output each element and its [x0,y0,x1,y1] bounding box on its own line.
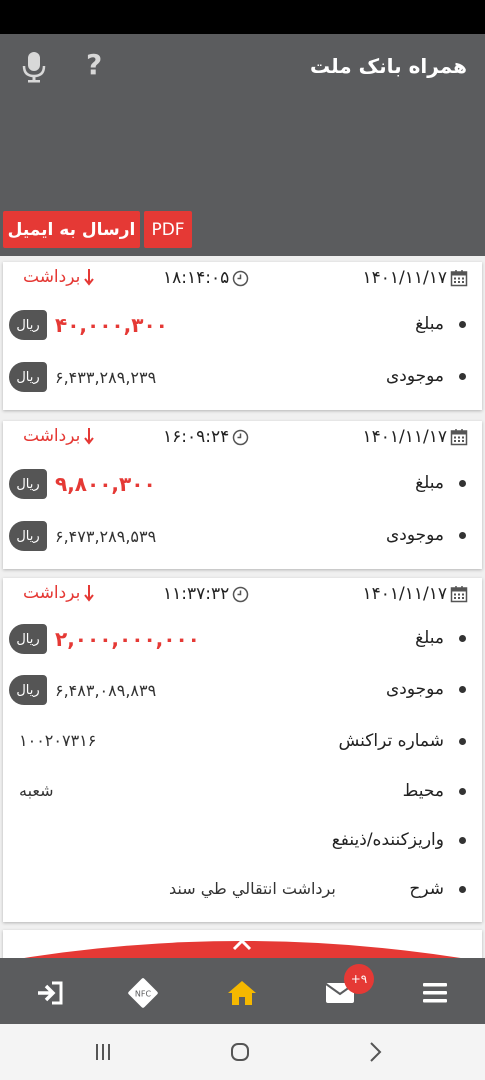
bullet-icon [459,373,466,380]
date-field: ۱۴۰۱/۱۱/۱۷ [362,584,468,604]
calendar-icon [450,429,468,446]
bullet-icon [459,321,466,328]
clock-icon [233,586,249,602]
logout-icon[interactable] [34,978,66,1008]
balance-row: موجودی ریال ۶,۴۸۳,۰۸۹,۸۳۹ [3,675,482,705]
mail-icon[interactable]: +۹ [324,964,374,1008]
amount-label: مبلغ [415,473,444,493]
channel-row: محیط شعبه [3,777,482,807]
currency-badge: ریال [9,469,47,499]
description-row: شرح برداشت انتقالي طي سند [3,875,482,905]
depositor-label: واریزکننده/ذینفع [331,830,444,850]
arrow-down-icon [84,585,95,602]
amount-row: مبلغ ریال ۹,۸۰۰,۳۰۰ [3,469,482,499]
calendar-icon [450,270,468,287]
arrow-down-icon [84,428,95,445]
description-value: برداشت انتقالي طي سند [169,879,336,898]
transaction-card[interactable]: ۱۴۰۱/۱۱/۱۷ ۱۸:۱۴:۰۵ برداشت مبلغ ریال ۴۰,… [3,262,482,410]
status-bar [0,0,485,34]
bullet-icon [459,686,466,693]
back-icon[interactable] [366,1041,384,1063]
channel-label: محیط [402,781,444,801]
bullet-icon [459,635,466,642]
chevron-up-icon[interactable] [229,936,255,952]
notification-badge: +۹ [344,964,374,994]
date-field: ۱۴۰۱/۱۱/۱۷ [362,268,468,288]
nfc-label: NFC [135,990,152,999]
transaction-date: ۱۴۰۱/۱۱/۱۷ [362,584,447,604]
amount-row: مبلغ ریال ۲,۰۰۰,۰۰۰,۰۰۰ [3,624,482,654]
transaction-date: ۱۴۰۱/۱۱/۱۷ [362,427,447,447]
bullet-icon [459,886,466,893]
home-nav-icon[interactable] [229,1041,251,1063]
balance-row: موجودی ریال ۶,۴۷۳,۲۸۹,۵۳۹ [3,521,482,551]
clock-icon [233,270,249,286]
time-field: ۱۶:۰۹:۲۴ [163,427,249,447]
pdf-button[interactable]: PDF [144,211,192,248]
bullet-icon [459,788,466,795]
transaction-card[interactable]: ۱۴۰۱/۱۱/۱۷ ۱۶:۰۹:۲۴ برداشت مبلغ ریال ۹,۸… [3,421,482,569]
transaction-type: برداشت [23,267,95,287]
transaction-time: ۱۸:۱۴:۰۵ [163,268,230,288]
currency-badge: ریال [9,624,47,654]
balance-value: ۶,۴۷۳,۲۸۹,۵۳۹ [55,527,157,546]
clock-icon [233,429,249,445]
amount-label: مبلغ [415,314,444,334]
transaction-type-label: برداشت [23,267,81,287]
help-icon[interactable]: ? [86,48,102,81]
amount-value: ۴۰,۰۰۰,۳۰۰ [55,313,168,337]
arrow-down-icon [84,269,95,286]
transaction-type-label: برداشت [23,426,81,446]
app-title: همراه بانک ملت [309,54,467,78]
bottom-nav: NFC +۹ [0,958,485,1024]
description-label: شرح [409,879,444,899]
tracking-value: ۱۰۰۲۰۷۳۱۶ [19,731,97,750]
depositor-row: واریزکننده/ذینفع [3,826,482,856]
channel-value: شعبه [19,781,54,800]
currency-badge: ریال [9,310,47,340]
date-field: ۱۴۰۱/۱۱/۱۷ [362,427,468,447]
system-navigation-bar [0,1024,485,1080]
bullet-icon [459,532,466,539]
balance-row: موجودی ریال ۶,۴۳۳,۲۸۹,۲۳۹ [3,362,482,392]
bullet-icon [459,837,466,844]
transaction-date: ۱۴۰۱/۱۱/۱۷ [362,268,447,288]
balance-label: موجودی [385,679,444,699]
menu-icon[interactable] [422,978,448,1008]
currency-badge: ریال [9,675,47,705]
transaction-time: ۱۶:۰۹:۲۴ [163,427,230,447]
tracking-label: شماره تراکنش [338,731,444,751]
transaction-type-label: برداشت [23,583,81,603]
bullet-icon [459,480,466,487]
transaction-type: برداشت [23,426,95,446]
send-email-button[interactable]: ارسال به ایمیل [3,211,140,248]
currency-badge: ریال [9,521,47,551]
transaction-type: برداشت [23,583,95,603]
tracking-row: شماره تراکنش ۱۰۰۲۰۷۳۱۶ [3,727,482,757]
microphone-icon[interactable] [20,50,48,84]
transaction-card[interactable]: ۱۴۰۱/۱۱/۱۷ ۱۱:۳۷:۳۲ برداشت مبلغ ریال ۲,۰… [3,578,482,922]
amount-label: مبلغ [415,628,444,648]
home-icon[interactable] [226,978,258,1008]
calendar-icon [450,586,468,603]
transaction-time: ۱۱:۳۷:۳۲ [163,584,230,604]
time-field: ۱۱:۳۷:۳۲ [163,584,249,604]
balance-value: ۶,۴۳۳,۲۸۹,۲۳۹ [55,368,157,387]
balance-value: ۶,۴۸۳,۰۸۹,۸۳۹ [55,681,157,700]
amount-value: ۹,۸۰۰,۳۰۰ [55,472,156,496]
currency-badge: ریال [9,362,47,392]
balance-label: موجودی [385,366,444,386]
amount-value: ۲,۰۰۰,۰۰۰,۰۰۰ [55,627,200,651]
time-field: ۱۸:۱۴:۰۵ [163,268,249,288]
balance-label: موجودی [385,525,444,545]
amount-row: مبلغ ریال ۴۰,۰۰۰,۳۰۰ [3,310,482,340]
recent-apps-icon[interactable] [93,1042,113,1062]
bullet-icon [459,738,466,745]
nfc-icon[interactable]: NFC [128,978,158,1008]
